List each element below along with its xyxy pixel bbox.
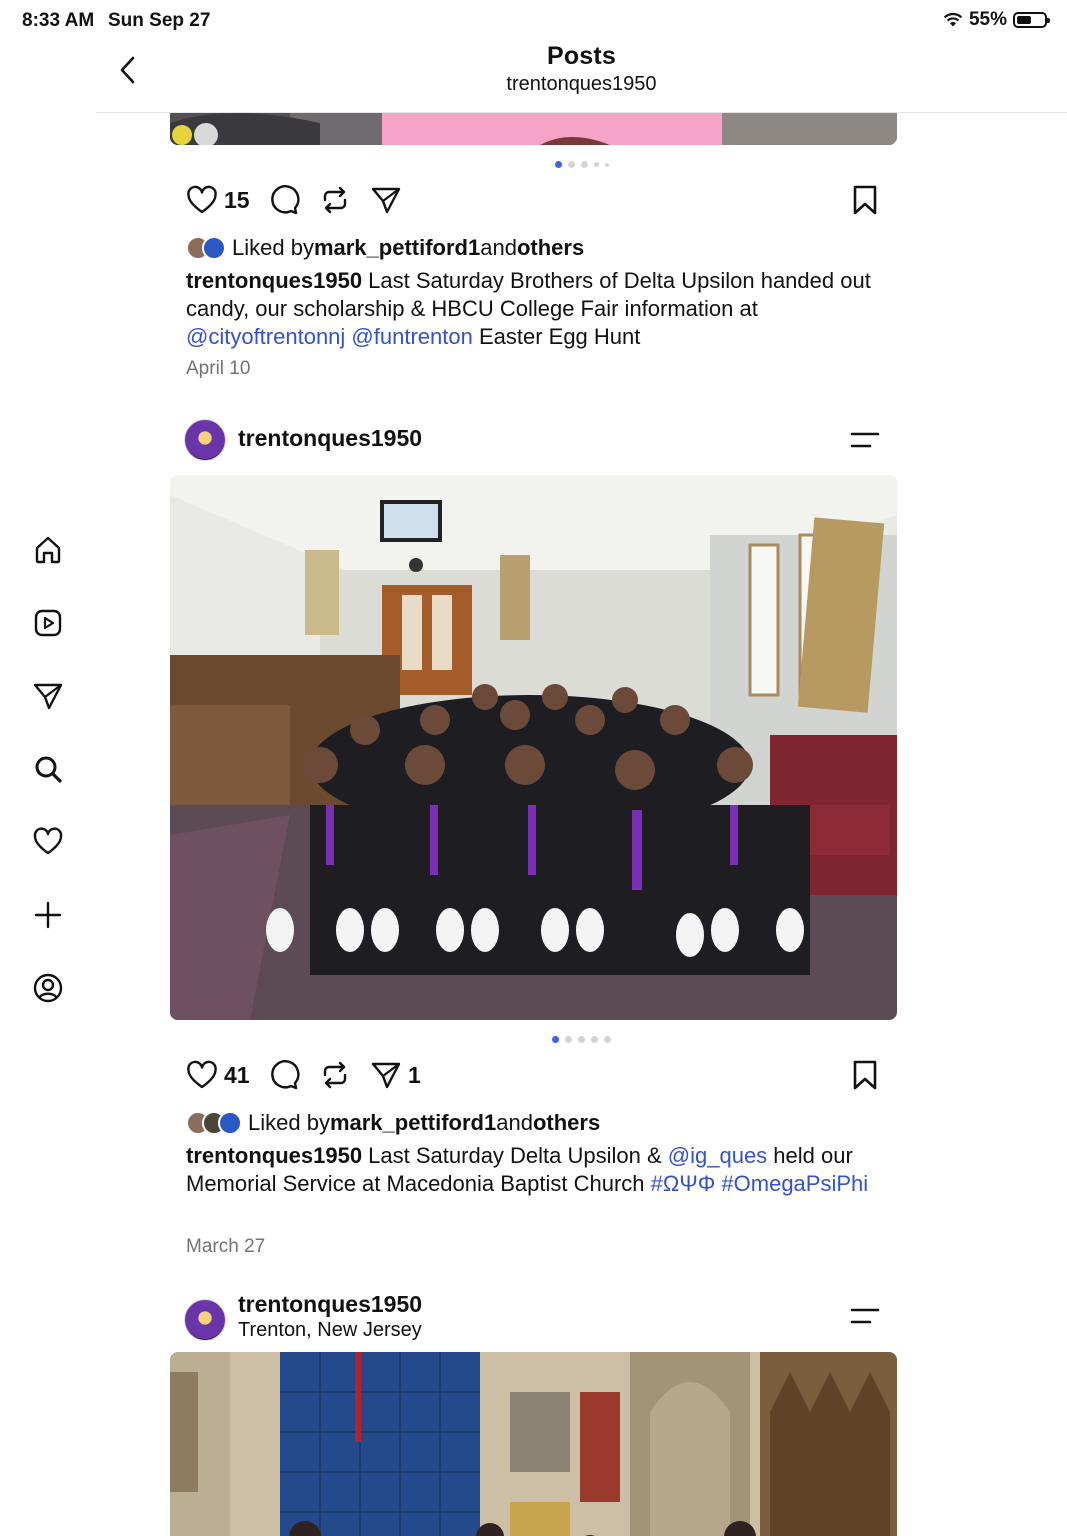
sidebar-item-home[interactable] [30,532,66,568]
header: Posts trentonques1950 [96,42,1067,113]
post-photo-memorial [170,475,897,1020]
caption-text: Last Saturday Delta Upsilon & [362,1143,668,1168]
post-image[interactable] [170,475,897,1020]
status-date: Sun Sep 27 [108,10,211,31]
bookmark-icon [853,185,877,215]
post-location[interactable]: Trenton, New Jersey [238,1319,422,1342]
sidebar-item-reels[interactable] [30,605,66,641]
liked-by-user[interactable]: mark_pettiford1 [330,1110,496,1136]
like-count: 15 [224,186,250,213]
options-icon[interactable] [850,1305,880,1327]
save-button[interactable] [852,1057,878,1093]
hashtag-link[interactable]: #OmegaPsiPhi [721,1171,868,1196]
post-actions: 15 [186,182,878,218]
caption-username[interactable]: trentonques1950 [186,268,362,293]
repost-icon [323,186,347,214]
heart-icon [33,827,63,855]
status-right: 55% [943,9,1050,31]
liked-by-prefix: Liked by [248,1110,330,1135]
like-button[interactable]: 41 [186,1057,250,1093]
page-title: Posts [546,42,617,70]
avatar[interactable] [184,419,226,461]
create-icon [34,901,62,929]
liker-avatars [186,236,226,260]
post-username[interactable]: trentonques1950 [238,1291,422,1318]
comment-button[interactable] [268,1057,300,1093]
liked-by[interactable]: Liked by mark_pettiford1 and others [186,1108,600,1138]
save-button[interactable] [852,182,878,218]
liked-by-and: and [480,235,517,260]
profile-icon [33,973,63,1003]
share-button[interactable] [370,182,402,218]
comment-icon [271,1060,300,1090]
post-date: March 27 [186,1236,266,1257]
battery-icon [1013,12,1050,28]
heart-icon [187,1060,217,1089]
avatar [202,236,226,260]
post-header: trentonques1950 Trenton, New Jersey [184,1291,884,1341]
liked-by-user[interactable]: mark_pettiford1 [314,235,480,261]
battery-percent: 55% [968,9,1007,30]
sidebar-item-activity[interactable] [30,824,66,860]
caption-text: Easter Egg Hunt [472,324,641,349]
mention-link[interactable]: @funtrenton [351,324,472,349]
post-caption: trentonques1950 Last Saturday Brothers o… [186,267,886,351]
share-button[interactable]: 1 [370,1057,421,1093]
repost-icon [323,1061,347,1089]
avatar[interactable] [184,1299,226,1341]
avatar [218,1111,242,1135]
carousel-indicator [96,1036,1067,1043]
options-icon[interactable] [850,429,880,451]
post-image[interactable] [170,113,897,145]
post-caption: trentonques1950 Last Saturday Delta Upsi… [186,1142,886,1198]
like-button[interactable]: 15 [186,182,250,218]
liked-by-others[interactable]: others [533,1110,600,1136]
repost-button[interactable] [320,1057,350,1093]
search-icon [35,756,62,783]
post-actions: 41 1 [186,1057,878,1093]
send-icon [33,683,63,710]
repost-button[interactable] [320,182,350,218]
heart-icon [187,185,217,214]
sidebar-item-messages[interactable] [30,678,66,714]
feed: 15 Liked by mark_pettiford1 and others t… [96,113,1067,1536]
like-count: 41 [224,1061,250,1088]
home-icon [35,536,61,564]
comment-button[interactable] [268,182,300,218]
mention-link[interactable]: @ig_ques [668,1143,767,1168]
mention-link[interactable]: @cityoftrentonnj [186,324,345,349]
post-date: April 10 [186,358,251,379]
post-header: trentonques1950 [184,419,884,463]
post-image[interactable] [170,1352,897,1536]
caption-username[interactable]: trentonques1950 [186,1143,362,1168]
reels-icon [34,609,62,637]
share-count: 1 [408,1061,421,1088]
comment-icon [271,185,300,215]
page-subtitle: trentonques1950 [506,73,657,95]
send-icon [371,1062,401,1089]
carousel-indicator [96,161,1067,168]
liker-avatars [186,1111,242,1135]
wifi-icon [943,12,963,27]
send-icon [371,187,401,214]
liked-by-and: and [496,1110,533,1135]
status-bar: 8:33 AM Sun Sep 27 55% [0,0,1067,42]
liked-by[interactable]: Liked by mark_pettiford1 and others [186,233,584,263]
sidebar-item-search[interactable] [30,751,66,787]
status-time: 8:33 AM [22,10,95,31]
liked-by-prefix: Liked by [232,235,314,260]
hashtag-link[interactable]: #ΩΨΦ [651,1171,716,1196]
bookmark-icon [853,1060,877,1090]
post-photo-easter [170,113,897,145]
sidebar-item-profile[interactable] [30,970,66,1006]
post-username[interactable]: trentonques1950 [238,425,422,452]
sidebar-item-create[interactable] [30,897,66,933]
post-photo-church [170,1352,897,1536]
liked-by-others[interactable]: others [517,235,584,261]
